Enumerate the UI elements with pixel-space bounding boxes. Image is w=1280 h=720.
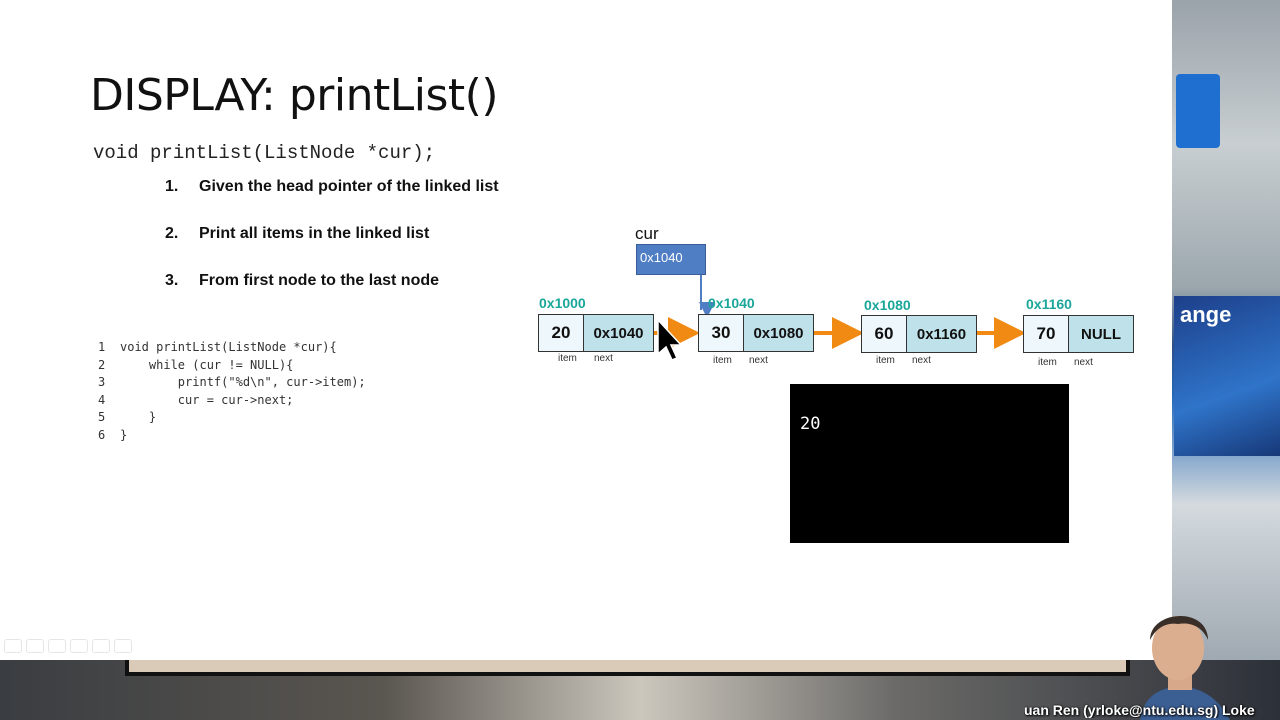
node-field-labels: item next — [1038, 357, 1093, 368]
list-node: 70 NULL — [1023, 315, 1134, 353]
node-item: 60 — [861, 315, 907, 353]
function-signature: void printList(ListNode *cur); — [93, 142, 436, 164]
toolbar-prev-icon[interactable] — [4, 639, 22, 653]
console-text: 20 — [800, 414, 821, 434]
node-next: 0x1040 — [584, 314, 654, 352]
node-next: NULL — [1069, 315, 1134, 353]
node-field-labels: item next — [558, 353, 613, 364]
node-address: 0x1000 — [539, 295, 586, 311]
node-address: 0x1160 — [1026, 296, 1072, 312]
code-line: 5 } — [98, 410, 157, 425]
list-node: 30 0x1080 — [698, 314, 814, 352]
code-line: 2 while (cur != NULL){ — [98, 357, 294, 372]
code-line: 3 printf("%d\n", cur->item); — [98, 375, 366, 390]
speaker-caption: uan Ren (yrloke@ntu.edu.sg) Loke — [1024, 702, 1255, 718]
bullet-item: 2. Print all items in the linked list — [165, 225, 430, 242]
mouse-cursor-icon — [657, 318, 683, 361]
code-line: 6} — [98, 427, 128, 442]
code-line: 1 void printList(ListNode *cur){ — [98, 340, 337, 354]
node-field-labels: item next — [876, 355, 931, 366]
toolbar-next-icon[interactable] — [26, 639, 44, 653]
code-listing: 1 void printList(ListNode *cur){ 2 while … — [98, 339, 366, 445]
linked-list-diagram: cur 0x1040 0x1000 20 0x1040 item next 0x1… — [530, 222, 1150, 382]
toolbar-more-icon[interactable] — [114, 639, 132, 653]
node-address: 0x1080 — [864, 297, 911, 313]
background-sign — [1176, 74, 1220, 148]
list-node: 20 0x1040 — [538, 314, 654, 352]
console-output: 20 — [790, 384, 1069, 543]
slide: DISPLAY: printList() void printList(List… — [0, 0, 1172, 660]
node-next: 0x1160 — [907, 315, 977, 353]
toolbar-zoom-icon[interactable] — [92, 639, 110, 653]
poster-text: ange — [1180, 302, 1232, 327]
node-field-labels: item next — [713, 355, 768, 366]
list-node: 60 0x1160 — [861, 315, 977, 353]
node-item: 70 — [1023, 315, 1069, 353]
bullet-item: 3. From first node to the last node — [165, 272, 440, 289]
slide-title: DISPLAY: printList() — [90, 70, 499, 121]
toolbar-slides-icon[interactable] — [70, 639, 88, 653]
node-next: 0x1080 — [744, 314, 814, 352]
screen-frame-edge — [125, 660, 1130, 676]
code-line: 4 cur = cur->next; — [98, 392, 294, 407]
cur-label: cur — [635, 224, 659, 243]
toolbar-pen-icon[interactable] — [48, 639, 66, 653]
node-item: 20 — [538, 314, 584, 352]
slide-toolbar — [4, 639, 132, 653]
cur-pointer-box: 0x1040 — [636, 244, 706, 275]
bullet-item: 1. Given the head pointer of the linked l… — [165, 178, 499, 195]
bullet-list: 1. Given the head pointer of the linked l… — [165, 178, 499, 319]
node-address: 0x1040 — [708, 295, 755, 311]
node-item: 30 — [698, 314, 744, 352]
